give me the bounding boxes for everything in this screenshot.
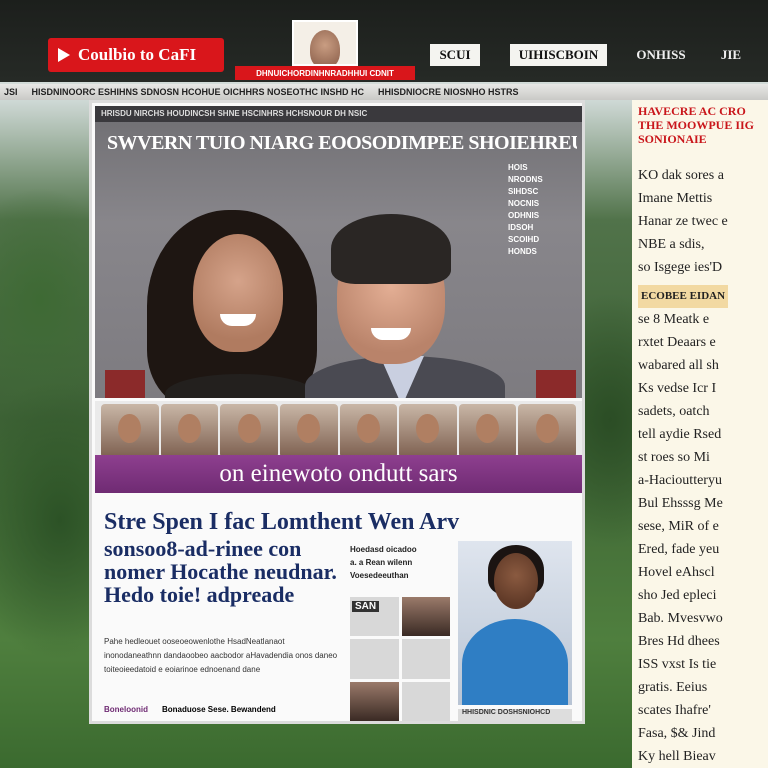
- thumbnail[interactable]: [518, 404, 576, 458]
- sidebar-line: ISS vxst Is tie: [638, 657, 717, 672]
- thumbnail[interactable]: [279, 404, 338, 458]
- nav-item-2[interactable]: UIHISCBOIN: [510, 44, 607, 66]
- ticker-strip: JSI HISDNINOORC ESHIHNS SDNOSN HCOHUE OI…: [0, 84, 768, 100]
- sidebar-line: NBE a sdis,: [638, 237, 705, 252]
- article-card: HRISDU NIRCHS HOUDINCSH SHNE HSCINHRS HC…: [89, 100, 585, 724]
- mini-tile[interactable]: [350, 681, 399, 721]
- sidebar-line: Imane Mettis: [638, 191, 713, 206]
- sidebar-line: st roes so Mi: [638, 450, 710, 465]
- article-subheadline: sonsoo8-ad-rinee con nomer Hocathe neudn…: [104, 536, 337, 607]
- sidebar-title-line[interactable]: HAVECRE AC CRO: [638, 104, 762, 118]
- sidebar-line: so Isgege ies'D: [638, 260, 723, 275]
- sidebar-line: sho Jed epleci: [638, 588, 717, 603]
- sidebar-line: Ered, fade yeu: [638, 542, 720, 557]
- sidebar-line: Hovel eAhscl: [638, 565, 715, 580]
- sidebar-body: KO dak sores a Imane Mettis Hanar ze twe…: [638, 164, 762, 768]
- hero-strip: HRISDU NIRCHS HOUDINCSH SHNE HSCINHRS HC…: [95, 106, 582, 122]
- sidebar-line: Ks vedse Icr I: [638, 381, 717, 396]
- hero-image[interactable]: HRISDU NIRCHS HOUDINCSH SHNE HSCINHRS HC…: [95, 106, 582, 398]
- ticker-item-1[interactable]: JSI: [4, 87, 18, 97]
- woman-face: [193, 234, 283, 352]
- thumbnail[interactable]: [220, 404, 278, 458]
- sidebar-line: KO dak sores a: [638, 168, 724, 183]
- footer-link-1[interactable]: Boneloonid: [104, 705, 148, 714]
- ticker-item-2[interactable]: HISDNINOORC ESHIHNS SDNOSN HCOHUE OICHHR…: [32, 87, 365, 97]
- sidebar-line: rxtet Deaars e: [638, 335, 716, 350]
- portrait-body: [462, 619, 568, 705]
- hero-side-line: IDSOH: [508, 223, 534, 232]
- sidebar-line: gratis. Eeius: [638, 680, 708, 695]
- footer-link-2[interactable]: Bonaduose Sese. Bewandend: [162, 705, 276, 714]
- mini-tile[interactable]: [350, 639, 399, 679]
- middle-column: Hoedasd oicadoo a. a Rean wilenn Voesede…: [350, 543, 450, 582]
- sidebar-line: tell aydie Rsed: [638, 427, 722, 442]
- sidebar-line: a-Hacioutteryu: [638, 473, 722, 488]
- mid-col-line: Voesedeeuthan: [350, 571, 409, 580]
- hero-side-line: HOIS: [508, 163, 528, 172]
- site-header: Coulbio to CaFI DHNUICHORDINHNRADHHUI CD…: [0, 0, 768, 82]
- sidebar-line: Ky hell Bieav: [638, 749, 716, 764]
- thumbnail[interactable]: [399, 404, 457, 458]
- thumbnail[interactable]: [101, 404, 159, 458]
- mid-col-line: a. a Rean wilenn: [350, 558, 413, 567]
- man-hair: [331, 214, 451, 284]
- thumbnail[interactable]: [458, 404, 517, 458]
- article-body: Pahe hedleouet ooseoeowenlothe HsadNeatl…: [104, 637, 338, 674]
- portrait-face: [310, 30, 340, 64]
- hero-tag-right: [536, 370, 576, 398]
- mini-tiles: [350, 597, 450, 721]
- nav-item-1[interactable]: SCUI: [430, 44, 480, 66]
- sidebar-line: Bul Ehsssg Me: [638, 496, 723, 511]
- mini-tile[interactable]: [401, 681, 450, 721]
- sidebar-title-line[interactable]: THE MOOWPUE IIG: [638, 118, 762, 132]
- mid-col-line: Hoedasd oicadoo: [350, 545, 417, 554]
- sidebar-line: sadets, oatch: [638, 404, 710, 419]
- sidebar-line: Bres Hd dhees: [638, 634, 720, 649]
- sidebar-title-line[interactable]: SONIONAIE: [638, 132, 762, 146]
- hero-title: SWVERN TUIO NIARG EOOSODIMPEE SHOIEHREUS…: [107, 132, 577, 154]
- sidebar-line: Bab. Mvesvwo: [638, 611, 723, 626]
- man-smile: [371, 328, 411, 340]
- hero-tag-left: [105, 370, 145, 398]
- mini-tile[interactable]: [401, 639, 450, 679]
- nav-item-3[interactable]: ONHISS: [630, 44, 692, 66]
- sidebar-line: sese, MiR of e: [638, 519, 719, 534]
- hero-side-line: SIHDSC: [508, 187, 539, 196]
- portrait-caption: HHISDNIC DOSHSNIOHCD: [458, 709, 572, 721]
- nav-item-4[interactable]: JIE: [718, 44, 744, 66]
- sidebar-line: scates Ihafre': [638, 703, 711, 718]
- hero-side-line: HONDS: [508, 247, 537, 256]
- mini-tile[interactable]: [401, 597, 450, 637]
- article-portrait[interactable]: [458, 541, 572, 705]
- header-portrait: [292, 20, 358, 66]
- purple-banner[interactable]: on einewoto ondutt sars: [95, 455, 582, 493]
- thumbnail[interactable]: [339, 404, 398, 458]
- hero-side-text: HOIS NRODNS SIHDSC NOCNIS ODHNIS IDSOH S…: [508, 162, 552, 258]
- hero-side-line: ODHNIS: [508, 211, 540, 220]
- ticker-item-3[interactable]: HHISDNIOCRE NIOSNHO HSTRS: [378, 87, 519, 97]
- play-icon: [58, 48, 70, 62]
- sidebar-line: Hanar ze twec e: [638, 214, 728, 229]
- hero-side-line: SCOIHD: [508, 235, 540, 244]
- header-sub-label: DHNUICHORDINHNRADHHUI CDNIT: [235, 66, 415, 80]
- article-headline[interactable]: Stre Spen I fac Lomthent Wen Arv: [104, 510, 574, 534]
- mini-tile-label: SAN: [352, 601, 380, 612]
- portrait-face: [494, 553, 538, 609]
- hero-side-line: NOCNIS: [508, 199, 540, 208]
- sidebar-line: Fasa, $& Jind: [638, 726, 716, 741]
- sidebar-subhead: ECOBEE EIDAN: [638, 285, 729, 308]
- hero-side-line: NRODNS: [508, 175, 543, 184]
- brand-label: Coulbio to CaFI: [78, 45, 197, 64]
- thumbnail-strip: [95, 401, 582, 461]
- sidebar-line: wabared all sh: [638, 358, 719, 373]
- right-sidebar: HAVECRE AC CRO THE MOOWPUE IIG SONIONAIE…: [632, 100, 768, 768]
- article-footer: Boneloonid Bonaduose Sese. Bewandend: [104, 705, 334, 714]
- sidebar-line: se 8 Meatk e: [638, 312, 710, 327]
- brand-button[interactable]: Coulbio to CaFI: [48, 38, 224, 72]
- thumbnail[interactable]: [160, 404, 219, 458]
